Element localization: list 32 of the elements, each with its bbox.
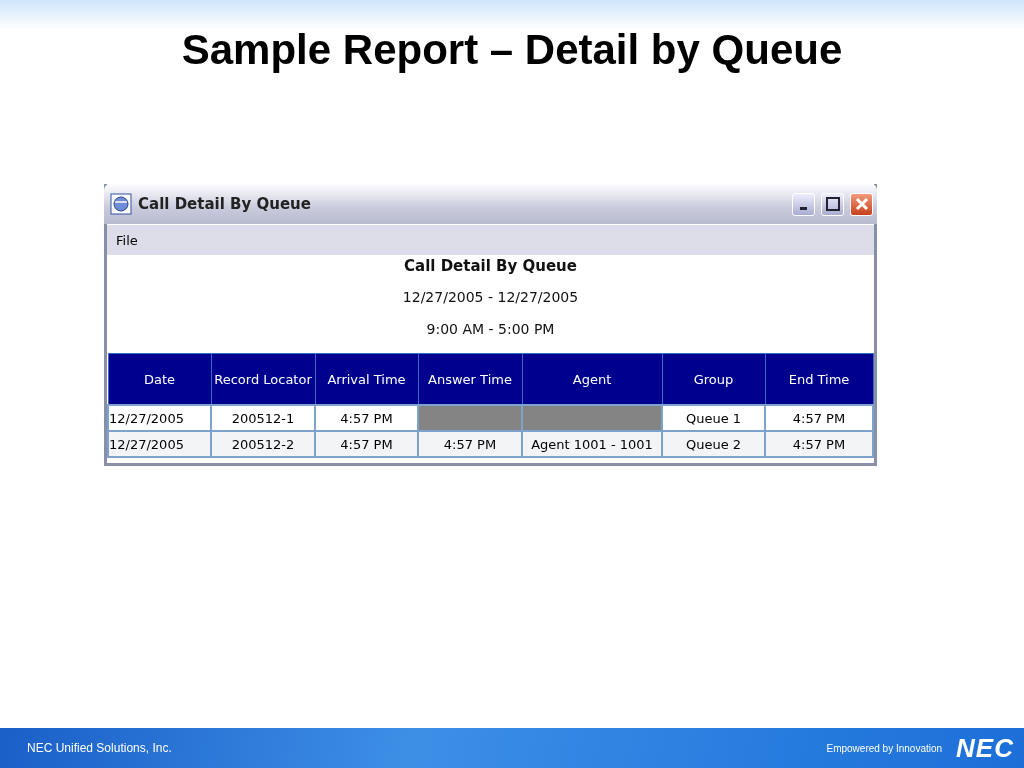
table-cell: Agent 1001 - 1001 bbox=[522, 431, 662, 457]
close-button[interactable] bbox=[850, 192, 873, 216]
company-name: NEC Unified Solutions, Inc. bbox=[27, 741, 173, 755]
column-header[interactable]: Agent bbox=[522, 353, 662, 405]
column-header[interactable]: Answer Time bbox=[418, 353, 522, 405]
menu-item[interactable]: File bbox=[116, 232, 138, 248]
table-cell: Queue 2 bbox=[662, 431, 765, 457]
app-icon bbox=[110, 193, 132, 215]
table-cell: 4:57 PM bbox=[765, 405, 873, 431]
column-header[interactable]: Date bbox=[108, 353, 211, 405]
report-time-range: 9:00 AM - 5:00 PM bbox=[426, 321, 555, 337]
table-cell: 200512-2 bbox=[211, 431, 315, 457]
table-cell: 12/27/2005 bbox=[108, 405, 211, 431]
report-title: Call Detail By Queue bbox=[404, 257, 577, 277]
column-header[interactable]: Record Locator bbox=[211, 353, 315, 405]
logo-text: NEC bbox=[956, 732, 1014, 764]
table-cell: 12/27/2005 bbox=[108, 431, 211, 457]
minimize-button[interactable] bbox=[792, 192, 815, 216]
tagline: Empowered by Innovation bbox=[826, 742, 943, 754]
close-icon bbox=[854, 197, 869, 211]
column-header[interactable]: Arrival Time bbox=[315, 353, 418, 405]
table-cell: 4:57 PM bbox=[315, 431, 418, 457]
table-cell: 4:57 PM bbox=[765, 431, 873, 457]
minimize-icon bbox=[800, 206, 807, 210]
slide-title: Sample Report – Detail by Queue bbox=[181, 26, 843, 75]
window-title: Call Detail By Queue bbox=[138, 195, 312, 213]
maximize-icon bbox=[825, 197, 840, 211]
column-header[interactable]: Group bbox=[662, 353, 765, 405]
table-cell: 4:57 PM bbox=[418, 431, 522, 457]
report-date-range: 12/27/2005 - 12/27/2005 bbox=[402, 289, 579, 307]
maximize-button[interactable] bbox=[821, 192, 844, 216]
column-header[interactable]: End Time bbox=[765, 353, 873, 405]
